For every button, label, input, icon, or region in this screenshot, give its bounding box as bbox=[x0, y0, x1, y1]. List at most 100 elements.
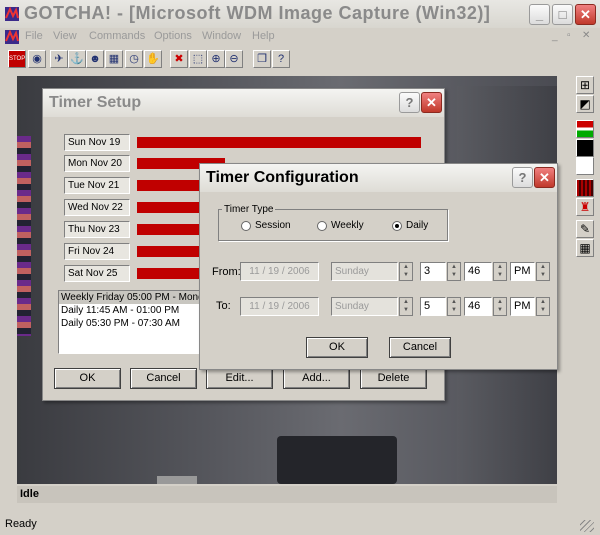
motion-icon[interactable]: ⚓ bbox=[68, 50, 86, 68]
timer-config-title: Timer Configuration bbox=[206, 169, 359, 186]
stop-icon[interactable]: STOP bbox=[8, 50, 26, 68]
table-icon[interactable]: ▦ bbox=[576, 239, 594, 257]
mdi-close-button[interactable]: ✕ bbox=[582, 30, 590, 41]
white-square-icon[interactable] bbox=[576, 157, 594, 175]
radio-daily-label[interactable]: Daily bbox=[406, 220, 428, 231]
child-app-icon bbox=[4, 29, 20, 45]
timer-setup-edit-button[interactable]: Edit... bbox=[206, 368, 273, 389]
resize-grip[interactable] bbox=[580, 520, 594, 532]
timer-setup-title: Timer Setup bbox=[49, 94, 142, 111]
monitor-icon[interactable]: ♜ bbox=[576, 198, 594, 216]
timeline-bar-fri bbox=[137, 246, 203, 257]
from-ampm-field[interactable]: PM bbox=[510, 262, 535, 281]
radio-weekly[interactable] bbox=[317, 221, 327, 231]
to-day-spinner[interactable]: ▲ ▼ bbox=[399, 297, 413, 316]
eye-icon[interactable]: ◉ bbox=[28, 50, 46, 68]
day-label-wed: Wed Nov 22 bbox=[64, 199, 130, 216]
from-day-spinner[interactable]: ▲ ▼ bbox=[399, 262, 413, 281]
from-date-field[interactable]: 11 / 19 / 2006 bbox=[240, 262, 319, 281]
idle-status-bar: Idle bbox=[17, 486, 557, 503]
main-title-bar: GOTCHA! - [Microsoft WDM Image Capture (… bbox=[0, 0, 600, 28]
minimize-button[interactable]: _ bbox=[529, 4, 550, 25]
to-hour-spinner[interactable]: ▲ ▼ bbox=[447, 297, 461, 316]
menu-view[interactable]: View bbox=[53, 30, 77, 42]
menu-file[interactable]: File bbox=[25, 30, 43, 42]
timer-setup-close-button[interactable]: ✕ bbox=[421, 92, 442, 113]
radio-session[interactable] bbox=[241, 221, 251, 231]
day-label-mon: Mon Nov 20 bbox=[64, 155, 130, 172]
menu-help[interactable]: Help bbox=[252, 30, 275, 42]
timeline-bar-wed bbox=[137, 202, 203, 213]
idle-label: Idle bbox=[20, 488, 39, 500]
window-title: GOTCHA! - [Microsoft WDM Image Capture (… bbox=[24, 3, 491, 23]
toolbar: STOP ◉ ✈ ⚓ ☻ ▦ ◷ ✋ ✖ ⬚ ⊕ ⊖ ❐ ? bbox=[0, 46, 600, 72]
to-minute-field[interactable]: 46 bbox=[464, 297, 492, 316]
crosshair-icon[interactable]: ✖ bbox=[170, 50, 188, 68]
from-ampm-spinner[interactable]: ▲ ▼ bbox=[536, 262, 550, 281]
to-hour-field[interactable]: 5 bbox=[420, 297, 446, 316]
pattern-icon[interactable] bbox=[576, 179, 594, 197]
grid-icon[interactable]: ⊞ bbox=[576, 76, 594, 94]
timer-setup-add-button[interactable]: Add... bbox=[283, 368, 350, 389]
from-label: From: bbox=[212, 266, 241, 278]
black-square-icon[interactable] bbox=[576, 139, 594, 157]
copy-icon[interactable]: ❐ bbox=[253, 50, 271, 68]
timer-config-title-bar: Timer Configuration ? ✕ bbox=[200, 164, 557, 192]
timer-setup-delete-button[interactable]: Delete bbox=[360, 368, 427, 389]
film-icon[interactable]: ▦ bbox=[105, 50, 123, 68]
timer-icon[interactable]: ◷ bbox=[125, 50, 143, 68]
video-dark-object bbox=[277, 436, 397, 484]
zoom-out-icon[interactable]: ⊖ bbox=[225, 50, 243, 68]
timer-config-ok-button[interactable]: OK bbox=[306, 337, 368, 358]
timer-setup-help-button[interactable]: ? bbox=[399, 92, 420, 113]
menu-commands[interactable]: Commands bbox=[89, 30, 145, 42]
to-ampm-field[interactable]: PM bbox=[510, 297, 535, 316]
video-shelf-strip bbox=[17, 136, 31, 336]
timer-setup-cancel-button[interactable]: Cancel bbox=[130, 368, 197, 389]
timeline-bar-tue bbox=[137, 180, 203, 191]
timer-config-help-button[interactable]: ? bbox=[512, 167, 533, 188]
menu-bar: File View Commands Options Window Help _… bbox=[0, 28, 600, 46]
from-hour-spinner[interactable]: ▲ ▼ bbox=[447, 262, 461, 281]
layers-icon[interactable]: ◩ bbox=[576, 95, 594, 113]
radio-weekly-label[interactable]: Weekly bbox=[331, 220, 364, 231]
hand-icon[interactable]: ✋ bbox=[144, 50, 162, 68]
timer-setup-ok-button[interactable]: OK bbox=[54, 368, 121, 389]
color-icon[interactable] bbox=[576, 120, 594, 138]
close-button[interactable]: ✕ bbox=[575, 4, 596, 25]
from-hour-field[interactable]: 3 bbox=[420, 262, 446, 281]
from-day-field[interactable]: Sunday bbox=[331, 262, 398, 281]
day-label-sat: Sat Nov 25 bbox=[64, 265, 130, 282]
camera-icon[interactable]: ✈ bbox=[50, 50, 68, 68]
menu-window[interactable]: Window bbox=[202, 30, 241, 42]
radio-session-label[interactable]: Session bbox=[255, 220, 291, 231]
to-date-field[interactable]: 11 / 19 / 2006 bbox=[240, 297, 319, 316]
timer-config-close-button[interactable]: ✕ bbox=[534, 167, 555, 188]
from-minute-field[interactable]: 46 bbox=[464, 262, 492, 281]
status-text: Ready bbox=[5, 518, 37, 530]
to-ampm-spinner[interactable]: ▲ ▼ bbox=[536, 297, 550, 316]
from-minute-spinner[interactable]: ▲ ▼ bbox=[493, 262, 507, 281]
timer-config-cancel-button[interactable]: Cancel bbox=[389, 337, 451, 358]
to-day-field[interactable]: Sunday bbox=[331, 297, 398, 316]
mdi-minimize-button[interactable]: _ bbox=[552, 31, 558, 42]
timer-type-label: Timer Type bbox=[222, 204, 276, 215]
day-label-thu: Thu Nov 23 bbox=[64, 221, 130, 238]
maximize-button[interactable]: □ bbox=[552, 4, 573, 25]
mdi-restore-button[interactable]: ▫ bbox=[567, 30, 571, 41]
help-icon[interactable]: ? bbox=[272, 50, 290, 68]
select-icon[interactable]: ⬚ bbox=[189, 50, 207, 68]
day-label-sun: Sun Nov 19 bbox=[64, 134, 130, 151]
to-minute-spinner[interactable]: ▲ ▼ bbox=[493, 297, 507, 316]
mask-icon[interactable]: ☻ bbox=[86, 50, 104, 68]
status-bar: Ready bbox=[0, 516, 600, 535]
day-label-fri: Fri Nov 24 bbox=[64, 243, 130, 260]
timeline-bar-thu bbox=[137, 224, 203, 235]
app-icon bbox=[4, 6, 20, 22]
radio-daily[interactable] bbox=[392, 221, 402, 231]
menu-options[interactable]: Options bbox=[154, 30, 192, 42]
timer-setup-title-bar: Timer Setup ? ✕ bbox=[43, 89, 444, 117]
to-label: To: bbox=[216, 300, 231, 312]
zoom-in-icon[interactable]: ⊕ bbox=[207, 50, 225, 68]
document-icon[interactable]: ✎ bbox=[576, 220, 594, 238]
